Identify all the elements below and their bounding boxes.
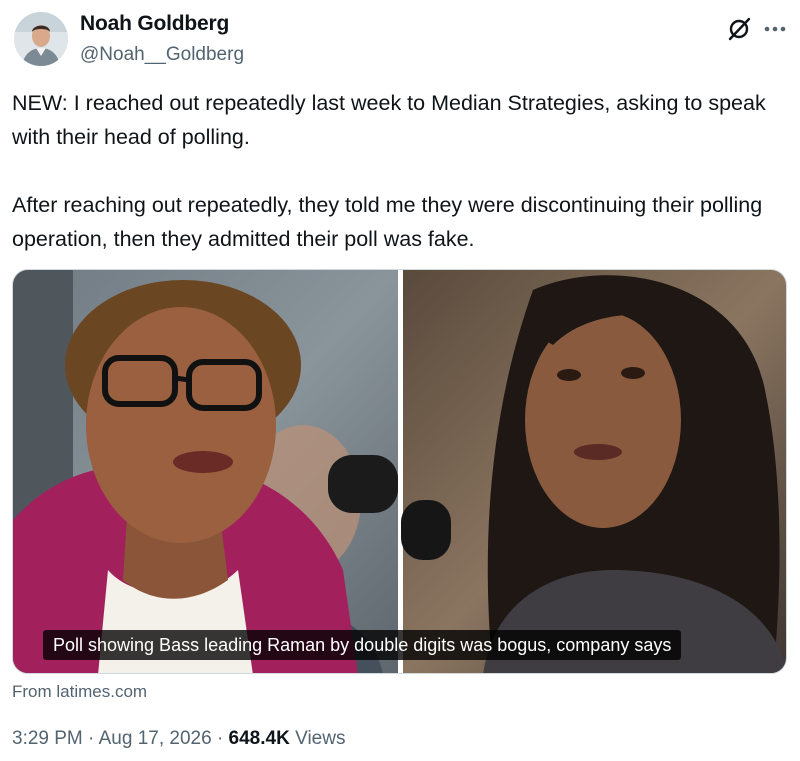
link-card-caption: Poll showing Bass leading Raman by doubl… (43, 630, 682, 660)
author-avatar[interactable] (14, 12, 68, 66)
more-options-icon[interactable] (762, 18, 788, 40)
meta-separator: · (216, 728, 224, 749)
tweet-paragraph-2: After reaching out repeatedly, they told… (12, 193, 763, 251)
tweet-paragraph-1: NEW: I reached out repeatedly last week … (12, 91, 766, 149)
views-count[interactable]: 648.4K (229, 728, 290, 749)
avatar-image (14, 12, 68, 66)
tweet-text: NEW: I reached out repeatedly last week … (12, 86, 792, 256)
tweet: Noah Goldberg @Noah__Goldberg NEW: I rea… (0, 0, 800, 761)
tweet-time[interactable]: 3:29 PM (12, 728, 83, 749)
link-card-image[interactable]: Poll showing Bass leading Raman by doubl… (12, 269, 787, 674)
link-card-source[interactable]: From latimes.com (12, 682, 147, 702)
grok-icon[interactable] (726, 16, 752, 42)
author-handle[interactable]: @Noah__Goldberg (80, 44, 244, 66)
tweet-meta: 3:29 PM · Aug 17, 2026 · 648.4K Views (12, 728, 345, 750)
author-display-name[interactable]: Noah Goldberg (80, 12, 229, 36)
tweet-date[interactable]: Aug 17, 2026 (99, 728, 212, 749)
meta-separator: · (88, 728, 95, 749)
news-photo (13, 270, 786, 673)
views-label: Views (295, 728, 346, 749)
